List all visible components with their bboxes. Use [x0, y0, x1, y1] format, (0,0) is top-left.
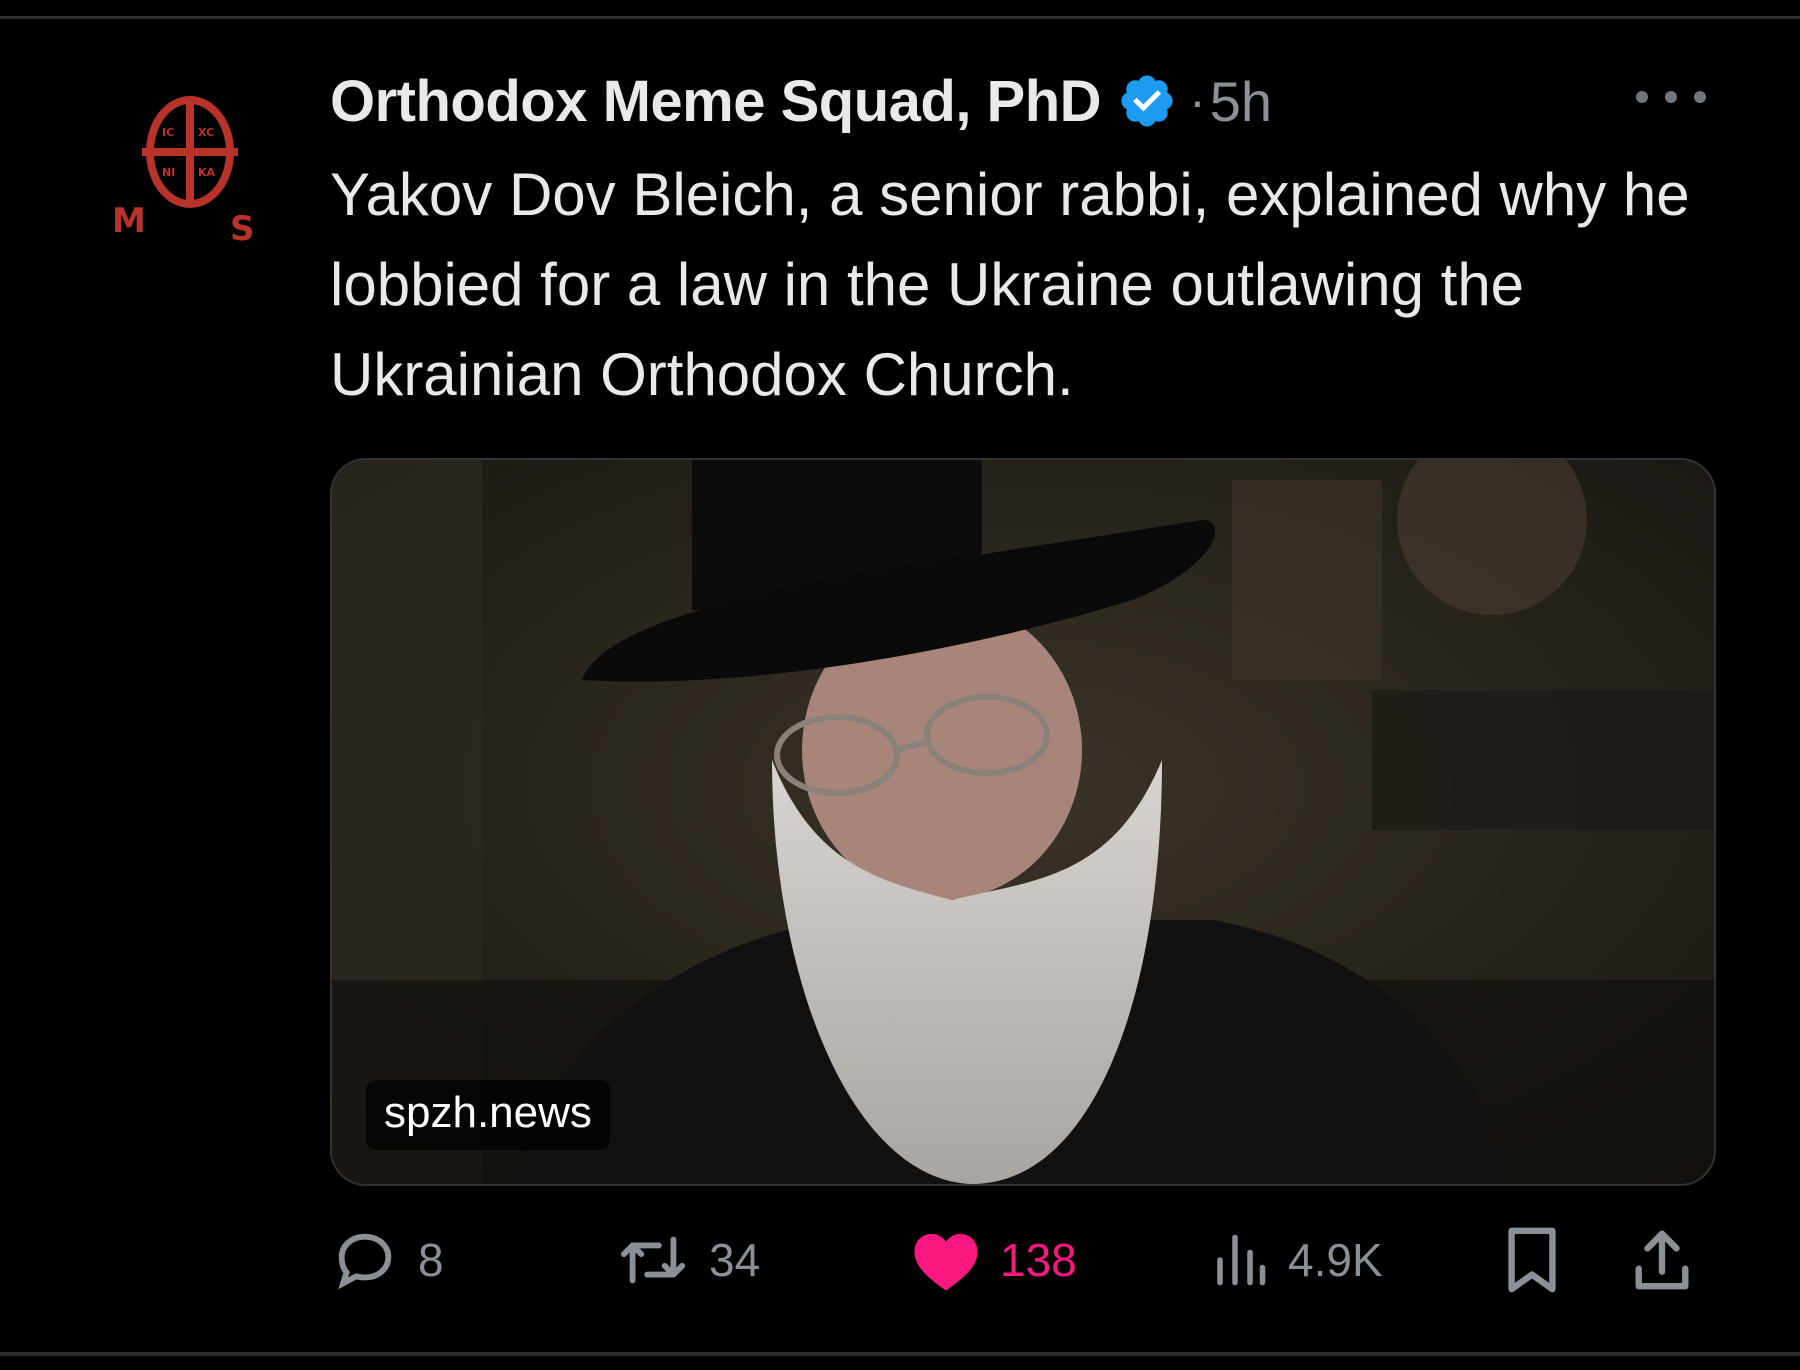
- more-dot: [1665, 91, 1677, 103]
- avatar[interactable]: IC XC NI KA M S: [112, 92, 262, 252]
- bottom-divider: [0, 1352, 1800, 1356]
- repost-button[interactable]: 34: [615, 1220, 760, 1300]
- avatar-xc: XC: [198, 126, 214, 139]
- like-count: 138: [1000, 1234, 1077, 1286]
- views-count: 4.9K: [1288, 1234, 1383, 1286]
- tweet-card[interactable]: IC XC NI KA M S Orthodox Meme Squad, PhD…: [0, 0, 1800, 1370]
- avatar-logo-icon: IC XC NI KA M S: [112, 96, 255, 249]
- more-dot: [1694, 91, 1706, 103]
- views-chart-icon: [1217, 1234, 1266, 1286]
- action-bar: 8 34 138 4.9K: [330, 1220, 1712, 1300]
- heart-icon: [914, 1233, 978, 1291]
- share-icon: [1635, 1230, 1689, 1290]
- separator-dot: ·: [1189, 73, 1206, 129]
- share-button[interactable]: [1630, 1220, 1694, 1300]
- tweet-media[interactable]: spzh.news: [330, 458, 1716, 1186]
- reply-button[interactable]: 8: [330, 1220, 444, 1300]
- bookmark-icon: [1508, 1227, 1556, 1293]
- repost-icon: [620, 1236, 686, 1284]
- reply-icon: [338, 1233, 392, 1290]
- avatar-ni: NI: [162, 166, 175, 179]
- repost-count: 34: [709, 1234, 761, 1286]
- more-dots-icon[interactable]: [1636, 82, 1706, 112]
- more-dot: [1636, 91, 1648, 103]
- like-button[interactable]: 138: [910, 1220, 1077, 1300]
- reply-count: 8: [418, 1234, 444, 1286]
- tweet-header: Orthodox Meme Squad, PhD · 5h: [330, 66, 1272, 136]
- display-name[interactable]: Orthodox Meme Squad, PhD: [330, 68, 1102, 135]
- avatar-m: M: [112, 201, 146, 241]
- verified-badge-icon: [1121, 75, 1173, 127]
- avatar-ka: KA: [198, 166, 216, 179]
- views-button[interactable]: 4.9K: [1210, 1220, 1383, 1300]
- media-photo: [332, 460, 1714, 1184]
- timestamp[interactable]: 5h: [1210, 69, 1272, 134]
- avatar-s: S: [230, 209, 255, 249]
- avatar-ic: IC: [162, 126, 174, 139]
- media-source-label[interactable]: spzh.news: [366, 1080, 610, 1150]
- top-divider: [0, 16, 1800, 19]
- bookmark-button[interactable]: [1500, 1220, 1564, 1300]
- tweet-text: Yakov Dov Bleich, a senior rabbi, explai…: [330, 161, 1690, 408]
